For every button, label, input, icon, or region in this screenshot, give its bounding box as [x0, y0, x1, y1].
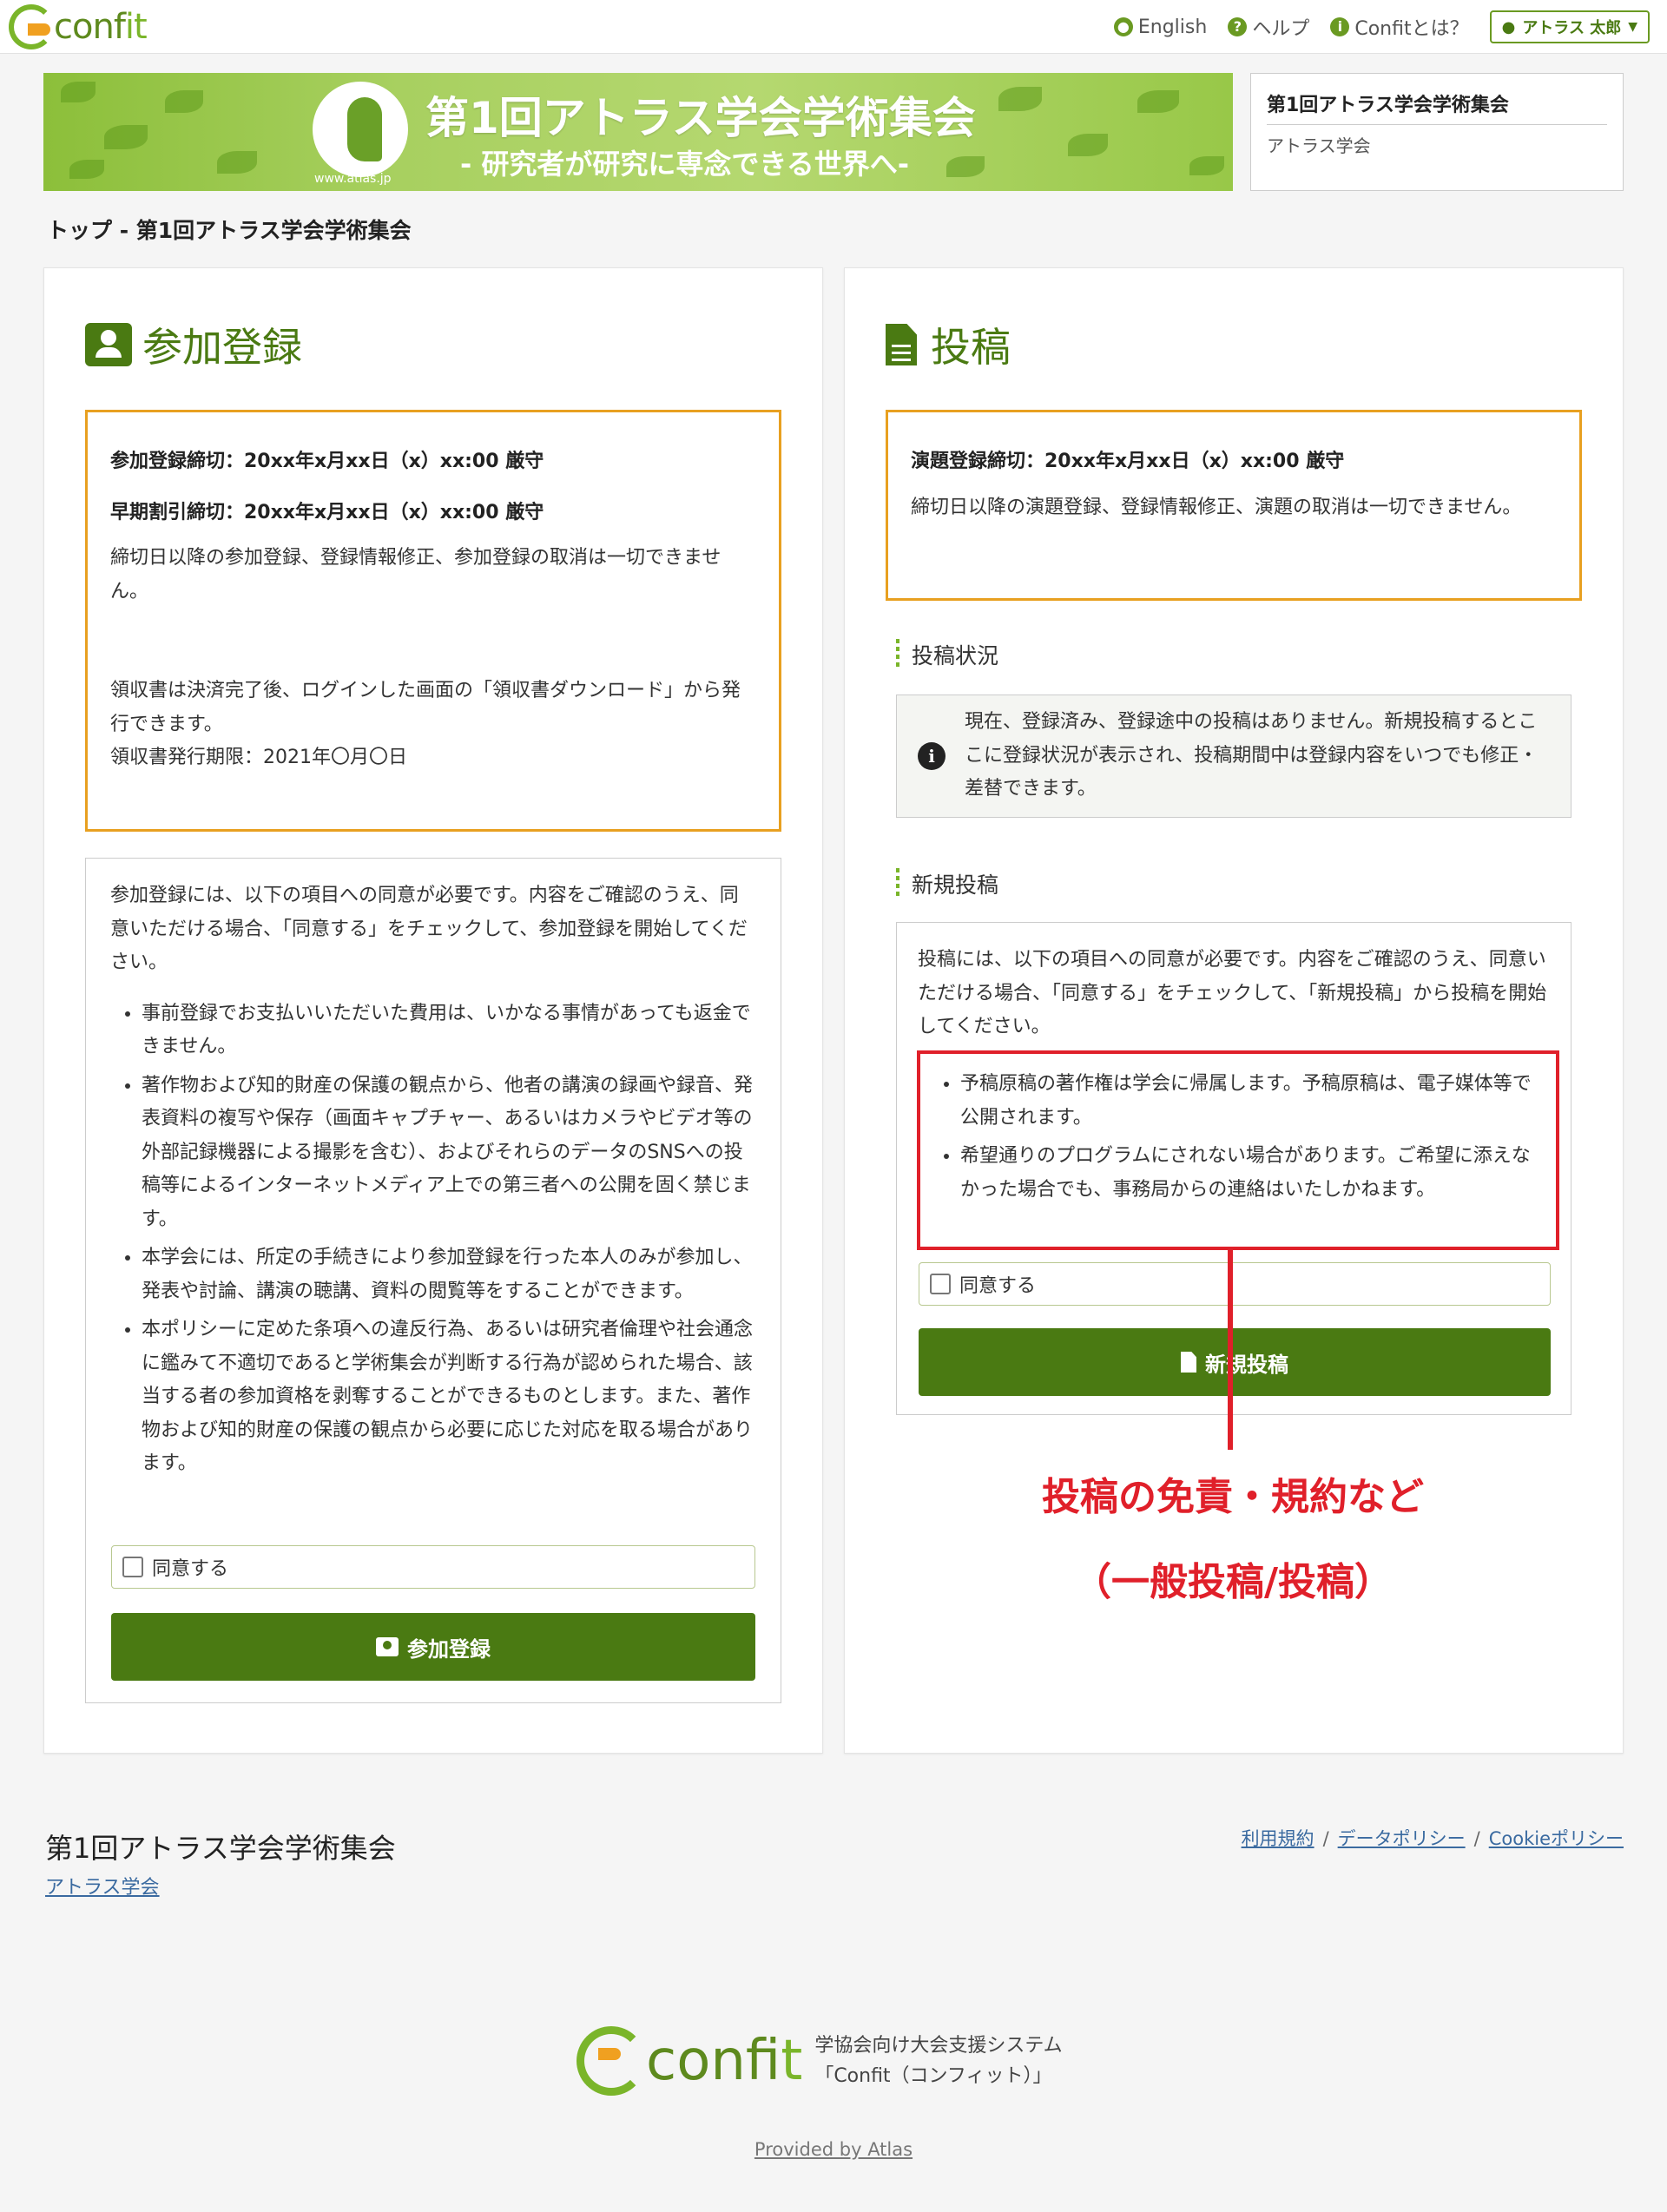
id-badge-icon: [376, 1637, 399, 1656]
annotation-subtitle: （一般投稿/投稿）: [1072, 1560, 1394, 1604]
checkbox-icon[interactable]: [930, 1274, 951, 1294]
annotation-line: [1228, 1250, 1233, 1450]
info-icon: i: [1330, 17, 1350, 36]
list-item: 事前登録でお支払いいただいた費用は、いかなる事情があっても返金できません。: [142, 997, 756, 1064]
footer-org-link[interactable]: アトラス学会: [45, 1872, 160, 1899]
language-link[interactable]: ● English: [1113, 16, 1207, 38]
cookie-policy-link[interactable]: Cookieポリシー: [1489, 1828, 1624, 1849]
id-badge-icon: [85, 323, 132, 366]
list-item: 本学会には、所定の手続きにより参加登録を行った本人のみが参加し、発表や討論、講演…: [142, 1241, 756, 1308]
submission-status-heading: 投稿状況: [896, 639, 998, 670]
globe-icon: ●: [1113, 17, 1133, 36]
list-item: 希望通りのプログラムにされない場合があります。ご希望に添えなかった場合でも、事務…: [960, 1140, 1540, 1207]
footer-title: 第1回アトラス学会学術集会: [45, 1832, 396, 1865]
footer-links: 利用規約 / データポリシー / Cookieポリシー: [1241, 1828, 1624, 1849]
top-nav: ● English ? ヘルプ i Confitとは？ ● アトラス 太郎 ▼: [1113, 0, 1667, 54]
banner-title: 第1回アトラス学会学術集会: [425, 93, 976, 143]
submission-terms-highlight: 予稿原稿の著作権は学会に帰属します。予稿原稿は、電子媒体等で公開されます。 希望…: [917, 1050, 1559, 1250]
submission-notice: 演題登録締切：20xx年x月xx日（x）xx:00 厳守 締切日以降の演題登録、…: [886, 410, 1582, 601]
checkbox-icon[interactable]: [122, 1557, 143, 1577]
dotted-bar-icon: [896, 639, 899, 670]
dotted-bar-icon: [896, 868, 899, 899]
caret-down-icon: ▼: [1628, 20, 1637, 34]
banner-subtitle: - 研究者が研究に専念できる世界へ-: [460, 148, 910, 181]
document-icon: [1181, 1352, 1196, 1373]
list-item: 本ポリシーに定めた条項への違反行為、あるいは研究者倫理や社会通念に鑑みて不適切で…: [142, 1313, 756, 1481]
registration-agree-checkbox[interactable]: 同意する: [111, 1545, 755, 1589]
breadcrumb: トップ - 第1回アトラス学会学術集会: [47, 218, 412, 243]
list-item: 著作物および知的財産の保護の観点から、他者の講演の録画や録音、発表資料の複写や保…: [142, 1070, 756, 1237]
registration-title: 参加登録: [85, 316, 302, 373]
data-policy-link[interactable]: データポリシー: [1338, 1828, 1466, 1849]
terms-link[interactable]: 利用規約: [1242, 1828, 1314, 1849]
list-item: 予稿原稿の著作権は学会に帰属します。予稿原稿は、電子媒体等で公開されます。: [960, 1068, 1540, 1135]
submission-title: 投稿: [886, 316, 1011, 373]
confit-duck-icon: [577, 2026, 646, 2096]
submission-terms-list: 予稿原稿の著作権は学会に帰属します。予稿原稿は、電子媒体等で公開されます。 希望…: [929, 1068, 1540, 1207]
submission-status-info: i 現在、登録済み、登録途中の投稿はありません。新規投稿するとここに登録状況が表…: [896, 695, 1571, 818]
registration-terms-list: 事前登録でお支払いいただいた費用は、いかなる事情があっても返金できません。 著作…: [110, 997, 756, 1481]
confit-logo[interactable]: confit: [9, 4, 148, 49]
user-menu-button[interactable]: ● アトラス 太郎 ▼: [1489, 10, 1650, 43]
registration-notice: 参加登録締切：20xx年x月xx日（x）xx:00 厳守 早期割引締切：20xx…: [85, 410, 781, 832]
registration-button[interactable]: 参加登録: [111, 1613, 755, 1681]
conference-info-box: 第1回アトラス学会学術集会 アトラス学会: [1250, 73, 1624, 191]
help-link[interactable]: ? ヘルプ: [1228, 13, 1309, 41]
question-icon: ?: [1228, 17, 1248, 36]
confit-duck-icon: [9, 4, 54, 49]
info-circle-icon: i: [918, 742, 946, 770]
annotation-title: 投稿の免責・規約など: [1042, 1475, 1424, 1519]
atlas-logo-icon: [313, 82, 408, 177]
about-link[interactable]: i Confitとは？: [1330, 13, 1469, 41]
new-submission-button[interactable]: 新規投稿: [919, 1328, 1551, 1396]
submission-agree-checkbox[interactable]: 同意する: [919, 1262, 1551, 1306]
new-submission-heading: 新規投稿: [896, 868, 998, 899]
provided-by-link[interactable]: Provided by Atlas: [0, 2139, 1667, 2160]
conference-banner: www.atlas.jp 第1回アトラス学会学術集会 - 研究者が研究に専念でき…: [43, 73, 1233, 191]
document-icon: [886, 324, 917, 365]
footer-confit-logo: confit 学協会向け大会支援システム 「Confit（コンフィット）」: [577, 2026, 1063, 2096]
user-icon: ●: [1501, 17, 1516, 36]
